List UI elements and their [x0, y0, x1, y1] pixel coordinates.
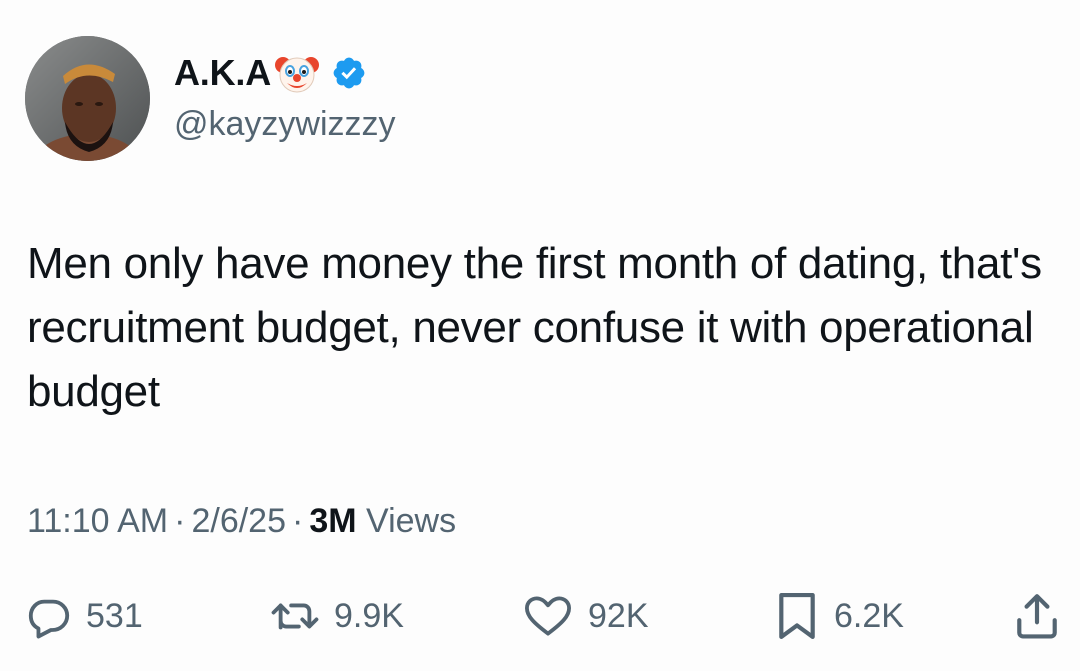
- share-button[interactable]: [1014, 588, 1060, 644]
- share-icon: [1017, 594, 1057, 639]
- reply-bubble-icon: [28, 599, 70, 639]
- tweet-metadata: 11:10 AM · 2/6/25 · 3M Views: [27, 498, 456, 544]
- like-button[interactable]: 92K: [522, 588, 649, 644]
- action-bar: 531 9.9K 92K 6.2K: [0, 588, 1080, 644]
- retweet-icon: [271, 603, 319, 630]
- tweet-card: A.K.A @kayzywizzzy Men only have money t…: [0, 0, 1080, 671]
- meta-separator: ·: [292, 502, 304, 540]
- author-handle[interactable]: @kayzywizzzy: [174, 102, 396, 146]
- author-display-name[interactable]: A.K.A: [174, 50, 271, 96]
- verified-badge-icon[interactable]: [331, 55, 367, 91]
- meta-separator: ·: [174, 502, 186, 540]
- reply-count: 531: [86, 597, 143, 635]
- retweet-button[interactable]: 9.9K: [270, 588, 404, 644]
- tweet-time[interactable]: 11:10 AM: [27, 502, 168, 540]
- reply-button[interactable]: 531: [26, 588, 143, 644]
- bookmark-icon: [779, 592, 815, 639]
- tweet-text: Men only have money the first month of d…: [27, 239, 1042, 416]
- avatar[interactable]: [25, 36, 150, 161]
- bookmark-count: 6.2K: [834, 597, 904, 635]
- author-name-row: A.K.A: [174, 50, 367, 96]
- clown-face-icon: [275, 57, 319, 93]
- views-count[interactable]: 3M: [309, 502, 356, 540]
- tweet-date[interactable]: 2/6/25: [191, 502, 286, 540]
- retweet-count: 9.9K: [334, 597, 404, 635]
- heart-icon: [525, 596, 571, 636]
- like-count: 92K: [588, 597, 649, 635]
- bookmark-button[interactable]: 6.2K: [774, 588, 904, 644]
- views-label[interactable]: Views: [366, 502, 456, 540]
- avatar-photo: [25, 36, 150, 161]
